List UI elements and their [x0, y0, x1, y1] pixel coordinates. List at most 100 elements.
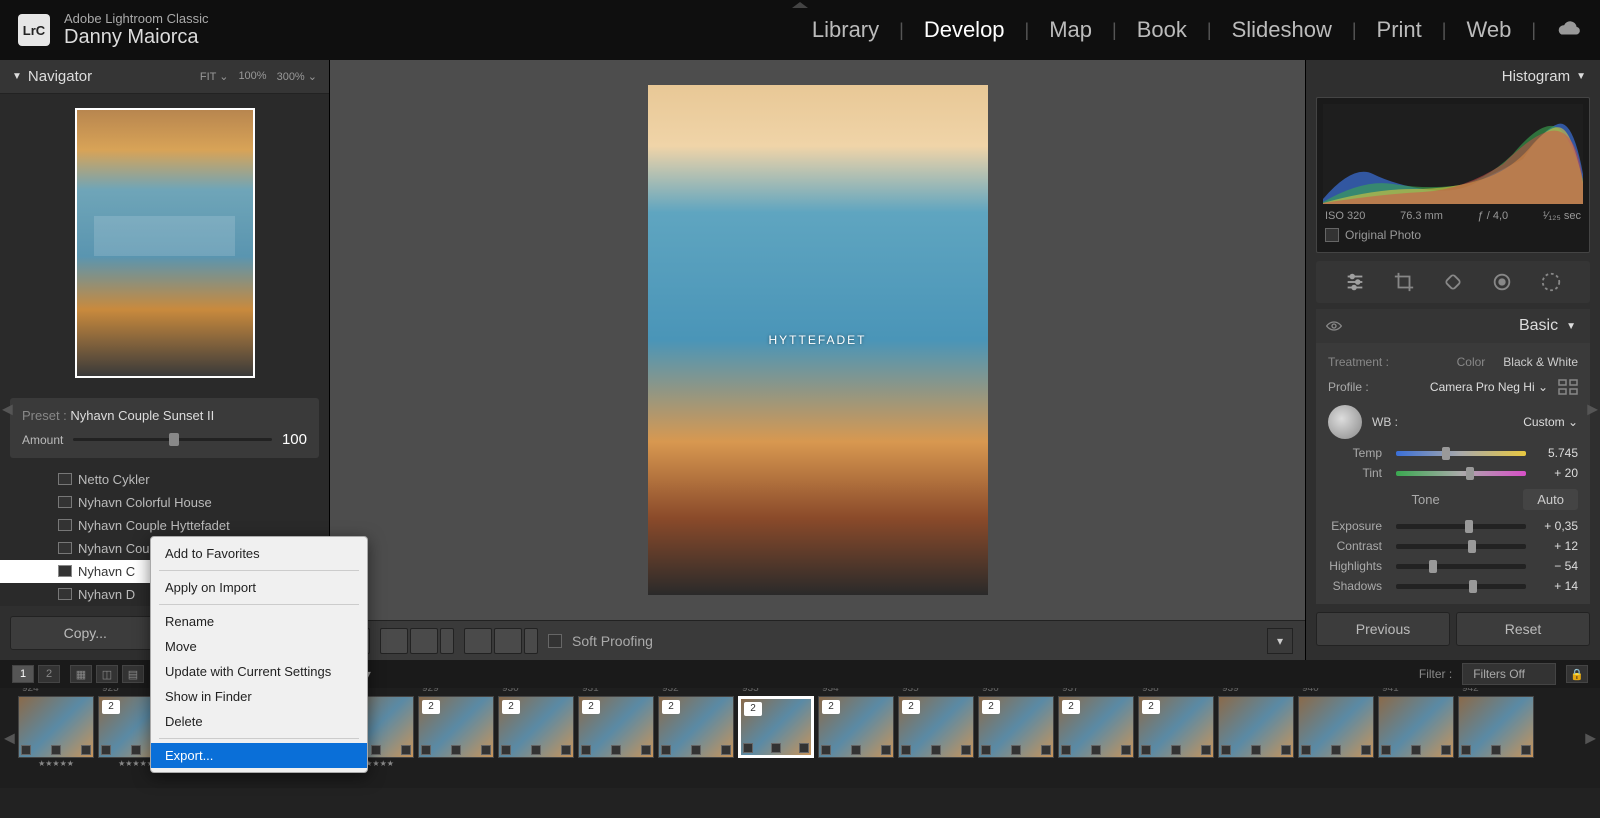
ctx-rename[interactable]: Rename — [151, 609, 367, 634]
main-photo: HYTTEFADET — [648, 85, 988, 595]
histogram-focal: 76.3 mm — [1400, 210, 1443, 222]
preset-item[interactable]: Nyhavn Couple Hyttefadet — [0, 514, 329, 537]
soft-proofing-checkbox[interactable] — [548, 634, 562, 648]
shadows-slider[interactable] — [1396, 584, 1526, 589]
copy-button[interactable]: Copy... — [10, 616, 161, 650]
contrast-slider[interactable] — [1396, 544, 1526, 549]
photo-canvas[interactable]: HYTTEFADET — [330, 60, 1305, 620]
ctx-export-[interactable]: Export... — [151, 743, 367, 768]
zoom-300[interactable]: 300% ⌄ — [277, 70, 317, 83]
app-name: Adobe Lightroom Classic — [64, 11, 209, 27]
highlights-value[interactable]: − 54 — [1532, 559, 1578, 573]
filter-lock-icon[interactable]: 🔒 — [1566, 665, 1588, 683]
navigator-header[interactable]: ▼ Navigator FIT ⌄ 100% 300% ⌄ — [0, 60, 329, 94]
ref-view-menu[interactable] — [524, 628, 538, 654]
shadows-value[interactable]: + 14 — [1532, 579, 1578, 593]
basic-panel: Treatment : Color Black & White Profile … — [1316, 343, 1590, 604]
toolbar-menu-button[interactable]: ▾ — [1267, 628, 1293, 654]
grid-view-icon[interactable]: ▦ — [70, 665, 92, 683]
profile-value[interactable]: Camera Pro Neg Hi ⌄ — [1430, 380, 1548, 394]
filmstrip-item[interactable]: 9292 — [418, 696, 494, 780]
treatment-color[interactable]: Color — [1457, 355, 1486, 369]
module-library[interactable]: Library — [812, 17, 879, 43]
filmstrip-item[interactable]: 941 — [1378, 696, 1454, 780]
exposure-value[interactable]: + 0,35 — [1532, 519, 1578, 533]
filmstrip-item[interactable]: 9352 — [898, 696, 974, 780]
left-panel-toggle-icon[interactable]: ◀ — [2, 401, 13, 418]
treatment-bw[interactable]: Black & White — [1503, 355, 1578, 369]
module-book[interactable]: Book — [1137, 17, 1187, 43]
reset-button[interactable]: Reset — [1456, 612, 1590, 646]
ctx-apply-on-import[interactable]: Apply on Import — [151, 575, 367, 600]
wb-label: WB : — [1372, 415, 1398, 429]
right-panel-toggle-icon[interactable]: ▶ — [1587, 401, 1598, 418]
amount-slider[interactable] — [73, 438, 272, 441]
ref-view-button[interactable] — [464, 628, 492, 654]
ctx-add-to-favorites[interactable]: Add to Favorites — [151, 541, 367, 566]
module-map[interactable]: Map — [1049, 17, 1092, 43]
histogram-aperture: ƒ / 4,0 — [1478, 210, 1509, 222]
ref-view-button-2[interactable] — [494, 628, 522, 654]
tint-slider[interactable] — [1396, 471, 1526, 476]
module-print[interactable]: Print — [1377, 17, 1422, 43]
preset-item[interactable]: Netto Cykler — [0, 468, 329, 491]
basic-panel-header[interactable]: Basic▼ — [1316, 309, 1590, 343]
main-window-button[interactable]: 1 — [12, 665, 34, 683]
filmstrip-item[interactable]: 942 — [1458, 696, 1534, 780]
profile-browser-icon[interactable] — [1558, 379, 1578, 395]
mask-icon[interactable] — [1491, 271, 1513, 293]
module-develop[interactable]: Develop — [924, 17, 1005, 43]
edit-sliders-icon[interactable] — [1344, 271, 1366, 293]
cloud-sync-icon[interactable] — [1556, 17, 1582, 43]
filmstrip-item[interactable]: 9362 — [978, 696, 1054, 780]
healing-icon[interactable] — [1442, 271, 1464, 293]
filmstrip-prev-icon[interactable]: ◀ — [4, 730, 15, 747]
panel-handle-icon[interactable] — [792, 2, 808, 8]
contrast-value[interactable]: + 12 — [1532, 539, 1578, 553]
filmstrip-item[interactable]: 939 — [1218, 696, 1294, 780]
filmstrip-item[interactable]: 9302 — [498, 696, 574, 780]
survey-view-icon[interactable]: ▤ — [122, 665, 144, 683]
zoom-fit[interactable]: FIT ⌄ — [200, 70, 229, 83]
filter-select[interactable]: Filters Off — [1462, 663, 1556, 685]
wb-value[interactable]: Custom ⌄ — [1523, 415, 1578, 429]
second-window-button[interactable]: 2 — [38, 665, 60, 683]
ctx-update-with-current-settings[interactable]: Update with Current Settings — [151, 659, 367, 684]
filmstrip-item[interactable]: 9312 — [578, 696, 654, 780]
exposure-label: Exposure — [1328, 519, 1390, 533]
redeye-icon[interactable] — [1540, 271, 1562, 293]
temp-value[interactable]: 5.745 — [1532, 446, 1578, 460]
original-photo-checkbox[interactable] — [1325, 228, 1339, 242]
previous-button[interactable]: Previous — [1316, 612, 1450, 646]
histogram-header[interactable]: Histogram▼ — [1306, 60, 1600, 93]
before-after-menu[interactable] — [440, 628, 454, 654]
ctx-move[interactable]: Move — [151, 634, 367, 659]
auto-button[interactable]: Auto — [1523, 489, 1578, 510]
temp-slider[interactable] — [1396, 451, 1526, 456]
module-web[interactable]: Web — [1466, 17, 1511, 43]
eye-icon[interactable] — [1326, 320, 1342, 332]
before-after-lr-button[interactable] — [380, 628, 408, 654]
filmstrip-item[interactable]: 940 — [1298, 696, 1374, 780]
filmstrip-item[interactable]: 924★★★★★ — [18, 696, 94, 780]
histogram-chart[interactable] — [1323, 104, 1583, 204]
filmstrip-item[interactable]: 9382 — [1138, 696, 1214, 780]
filmstrip-item[interactable]: 9322 — [658, 696, 734, 780]
ctx-delete[interactable]: Delete — [151, 709, 367, 734]
filmstrip-item[interactable]: 9372 — [1058, 696, 1134, 780]
compare-view-icon[interactable]: ◫ — [96, 665, 118, 683]
ctx-show-in-finder[interactable]: Show in Finder — [151, 684, 367, 709]
filmstrip-item[interactable]: 9342 — [818, 696, 894, 780]
zoom-100[interactable]: 100% — [238, 70, 266, 83]
exposure-slider[interactable] — [1396, 524, 1526, 529]
highlights-slider[interactable] — [1396, 564, 1526, 569]
wb-eyedropper-icon[interactable] — [1328, 405, 1362, 439]
navigator-thumbnail[interactable] — [0, 94, 329, 392]
crop-icon[interactable] — [1393, 271, 1415, 293]
tint-value[interactable]: + 20 — [1532, 466, 1578, 480]
filmstrip-next-icon[interactable]: ▶ — [1585, 730, 1596, 747]
preset-item[interactable]: Nyhavn Colorful House — [0, 491, 329, 514]
filmstrip-item[interactable]: 9332 — [738, 696, 814, 780]
before-after-tb-button[interactable] — [410, 628, 438, 654]
module-slideshow[interactable]: Slideshow — [1232, 17, 1332, 43]
